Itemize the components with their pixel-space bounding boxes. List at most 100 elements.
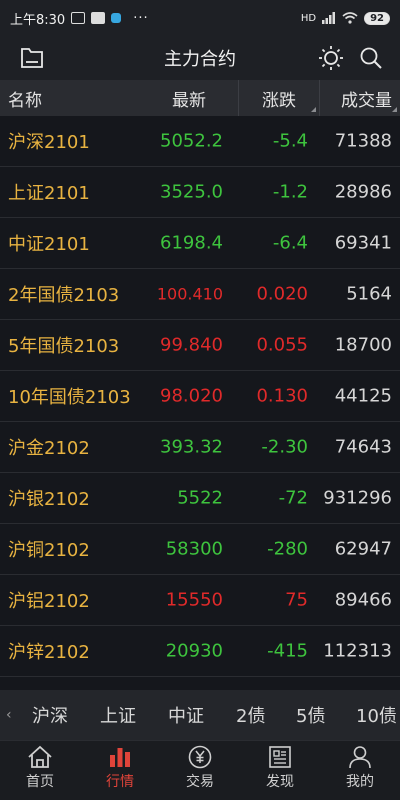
- battery-indicator: 92: [364, 11, 390, 25]
- tab-label: 发现: [266, 774, 294, 790]
- tab-mine[interactable]: 我的: [320, 741, 400, 800]
- contract-name: 中证2101: [8, 234, 90, 255]
- table-row[interactable]: 中证2101 6198.4 -6.4 69341: [0, 218, 400, 269]
- status-bar: 上午8:30 ··· HD 92: [0, 0, 400, 36]
- category-item[interactable]: 中证: [168, 702, 204, 728]
- chevron-left-icon[interactable]: ‹: [6, 707, 12, 723]
- network-type-icon: HD: [300, 12, 317, 24]
- contract-change: -5.4: [272, 130, 308, 152]
- table-row[interactable]: 沪金2102 393.32 -2.30 74643: [0, 422, 400, 473]
- category-item[interactable]: 上证: [100, 702, 136, 728]
- tab-trade[interactable]: 交易: [160, 741, 240, 800]
- contract-change: -415: [267, 640, 308, 662]
- table-row[interactable]: 2年国债2103 100.410 0.020 5164: [0, 269, 400, 320]
- category-bar: ‹ 沪深 上证 中证 2债 5债 10债: [0, 690, 400, 740]
- table-row[interactable]: 沪铝2102 15550 75 89466: [0, 575, 400, 626]
- table-row[interactable]: 5年国债2103 99.840 0.055 18700: [0, 320, 400, 371]
- contract-change: 0.055: [256, 334, 308, 356]
- contract-name: 5年国债2103: [8, 336, 120, 357]
- signal-icon: [322, 12, 336, 24]
- contract-list: 沪深2101 5052.2 -5.4 71388 上证2101 3525.0 -…: [0, 116, 400, 677]
- contract-change: -6.4: [272, 232, 308, 254]
- sort-indicator-icon: [392, 107, 397, 112]
- app-notification-icon: [111, 13, 122, 23]
- contract-volume: 112313: [323, 640, 392, 662]
- contract-name: 沪铜2102: [8, 540, 90, 561]
- message-icon: [71, 12, 86, 24]
- contract-change: 0.020: [256, 283, 308, 305]
- contract-price: 99.840: [160, 334, 223, 356]
- home-icon: [28, 745, 52, 768]
- wifi-icon: [342, 12, 358, 24]
- contract-price: 15550: [165, 589, 223, 611]
- contract-change: -2.30: [261, 436, 308, 458]
- contract-change: -1.2: [272, 181, 308, 203]
- contract-volume: 18700: [334, 334, 392, 356]
- contract-volume: 5164: [346, 283, 392, 305]
- contract-name: 沪锌2102: [8, 642, 90, 663]
- contract-volume: 931296: [323, 487, 392, 509]
- contract-price: 6198.4: [160, 232, 223, 254]
- table-row[interactable]: 沪深2101 5052.2 -5.4 71388: [0, 116, 400, 167]
- tab-market[interactable]: 行情: [80, 741, 160, 800]
- contract-price: 98.020: [160, 385, 223, 407]
- column-change-label: 涨跌: [262, 90, 296, 111]
- contract-change: 75: [285, 589, 308, 611]
- contract-name: 沪金2102: [8, 438, 90, 459]
- search-icon[interactable]: [355, 42, 387, 74]
- contract-volume: 71388: [334, 130, 392, 152]
- table-row[interactable]: 沪银2102 5522 -72 931296: [0, 473, 400, 524]
- column-latest[interactable]: 最新: [172, 86, 206, 111]
- column-name[interactable]: 名称: [8, 86, 42, 111]
- market-chart-icon: [110, 748, 130, 767]
- contract-name: 2年国债2103: [8, 285, 120, 306]
- contract-volume: 74643: [334, 436, 392, 458]
- contract-name: 10年国债2103: [8, 387, 131, 408]
- contract-volume: 69341: [334, 232, 392, 254]
- tab-label: 我的: [346, 774, 374, 790]
- contract-change: -72: [278, 487, 308, 509]
- contract-volume: 44125: [334, 385, 392, 407]
- more-notifications-icon: ···: [133, 10, 149, 26]
- bottom-tab-bar: 首页 行情 交易 发现 我的: [0, 740, 400, 800]
- yuan-icon: [188, 745, 212, 769]
- table-row[interactable]: 10年国债2103 98.020 0.130 44125: [0, 371, 400, 422]
- sort-indicator-icon: [311, 107, 316, 112]
- table-row[interactable]: 沪锌2102 20930 -415 112313: [0, 626, 400, 677]
- contract-price: 20930: [165, 640, 223, 662]
- news-icon: [269, 746, 291, 768]
- brightness-icon[interactable]: [315, 42, 347, 74]
- contract-change: -280: [267, 538, 308, 560]
- contract-name: 沪银2102: [8, 489, 90, 510]
- category-item[interactable]: 沪深: [32, 702, 68, 728]
- tab-discover[interactable]: 发现: [240, 741, 320, 800]
- status-time: 上午8:30: [10, 12, 66, 28]
- contract-volume: 28986: [334, 181, 392, 203]
- contract-price: 3525.0: [160, 181, 223, 203]
- category-item[interactable]: 5债: [296, 702, 325, 728]
- column-change[interactable]: 涨跌: [238, 80, 320, 116]
- column-header: 名称 最新 涨跌 成交量: [0, 80, 400, 116]
- contract-price: 5052.2: [160, 130, 223, 152]
- contract-price: 5522: [177, 487, 223, 509]
- tab-label: 行情: [106, 774, 134, 790]
- contract-volume: 89466: [334, 589, 392, 611]
- column-volume[interactable]: 成交量: [341, 86, 392, 111]
- contract-change: 0.130: [256, 385, 308, 407]
- contract-name: 沪铝2102: [8, 591, 90, 612]
- tab-home[interactable]: 首页: [0, 741, 80, 800]
- tab-label: 交易: [186, 774, 214, 790]
- contract-name: 沪深2101: [8, 132, 90, 153]
- category-item[interactable]: 2债: [236, 702, 265, 728]
- contract-price: 100.410: [156, 284, 223, 304]
- category-item[interactable]: 10债: [356, 702, 397, 728]
- upload-icon: [91, 12, 106, 24]
- user-icon: [349, 746, 371, 769]
- app-header: 主力合约: [0, 36, 400, 80]
- tab-label: 首页: [26, 774, 54, 790]
- contract-price: 393.32: [160, 436, 223, 458]
- table-row[interactable]: 沪铜2102 58300 -280 62947: [0, 524, 400, 575]
- contract-name: 上证2101: [8, 183, 90, 204]
- contract-volume: 62947: [334, 538, 392, 560]
- table-row[interactable]: 上证2101 3525.0 -1.2 28986: [0, 167, 400, 218]
